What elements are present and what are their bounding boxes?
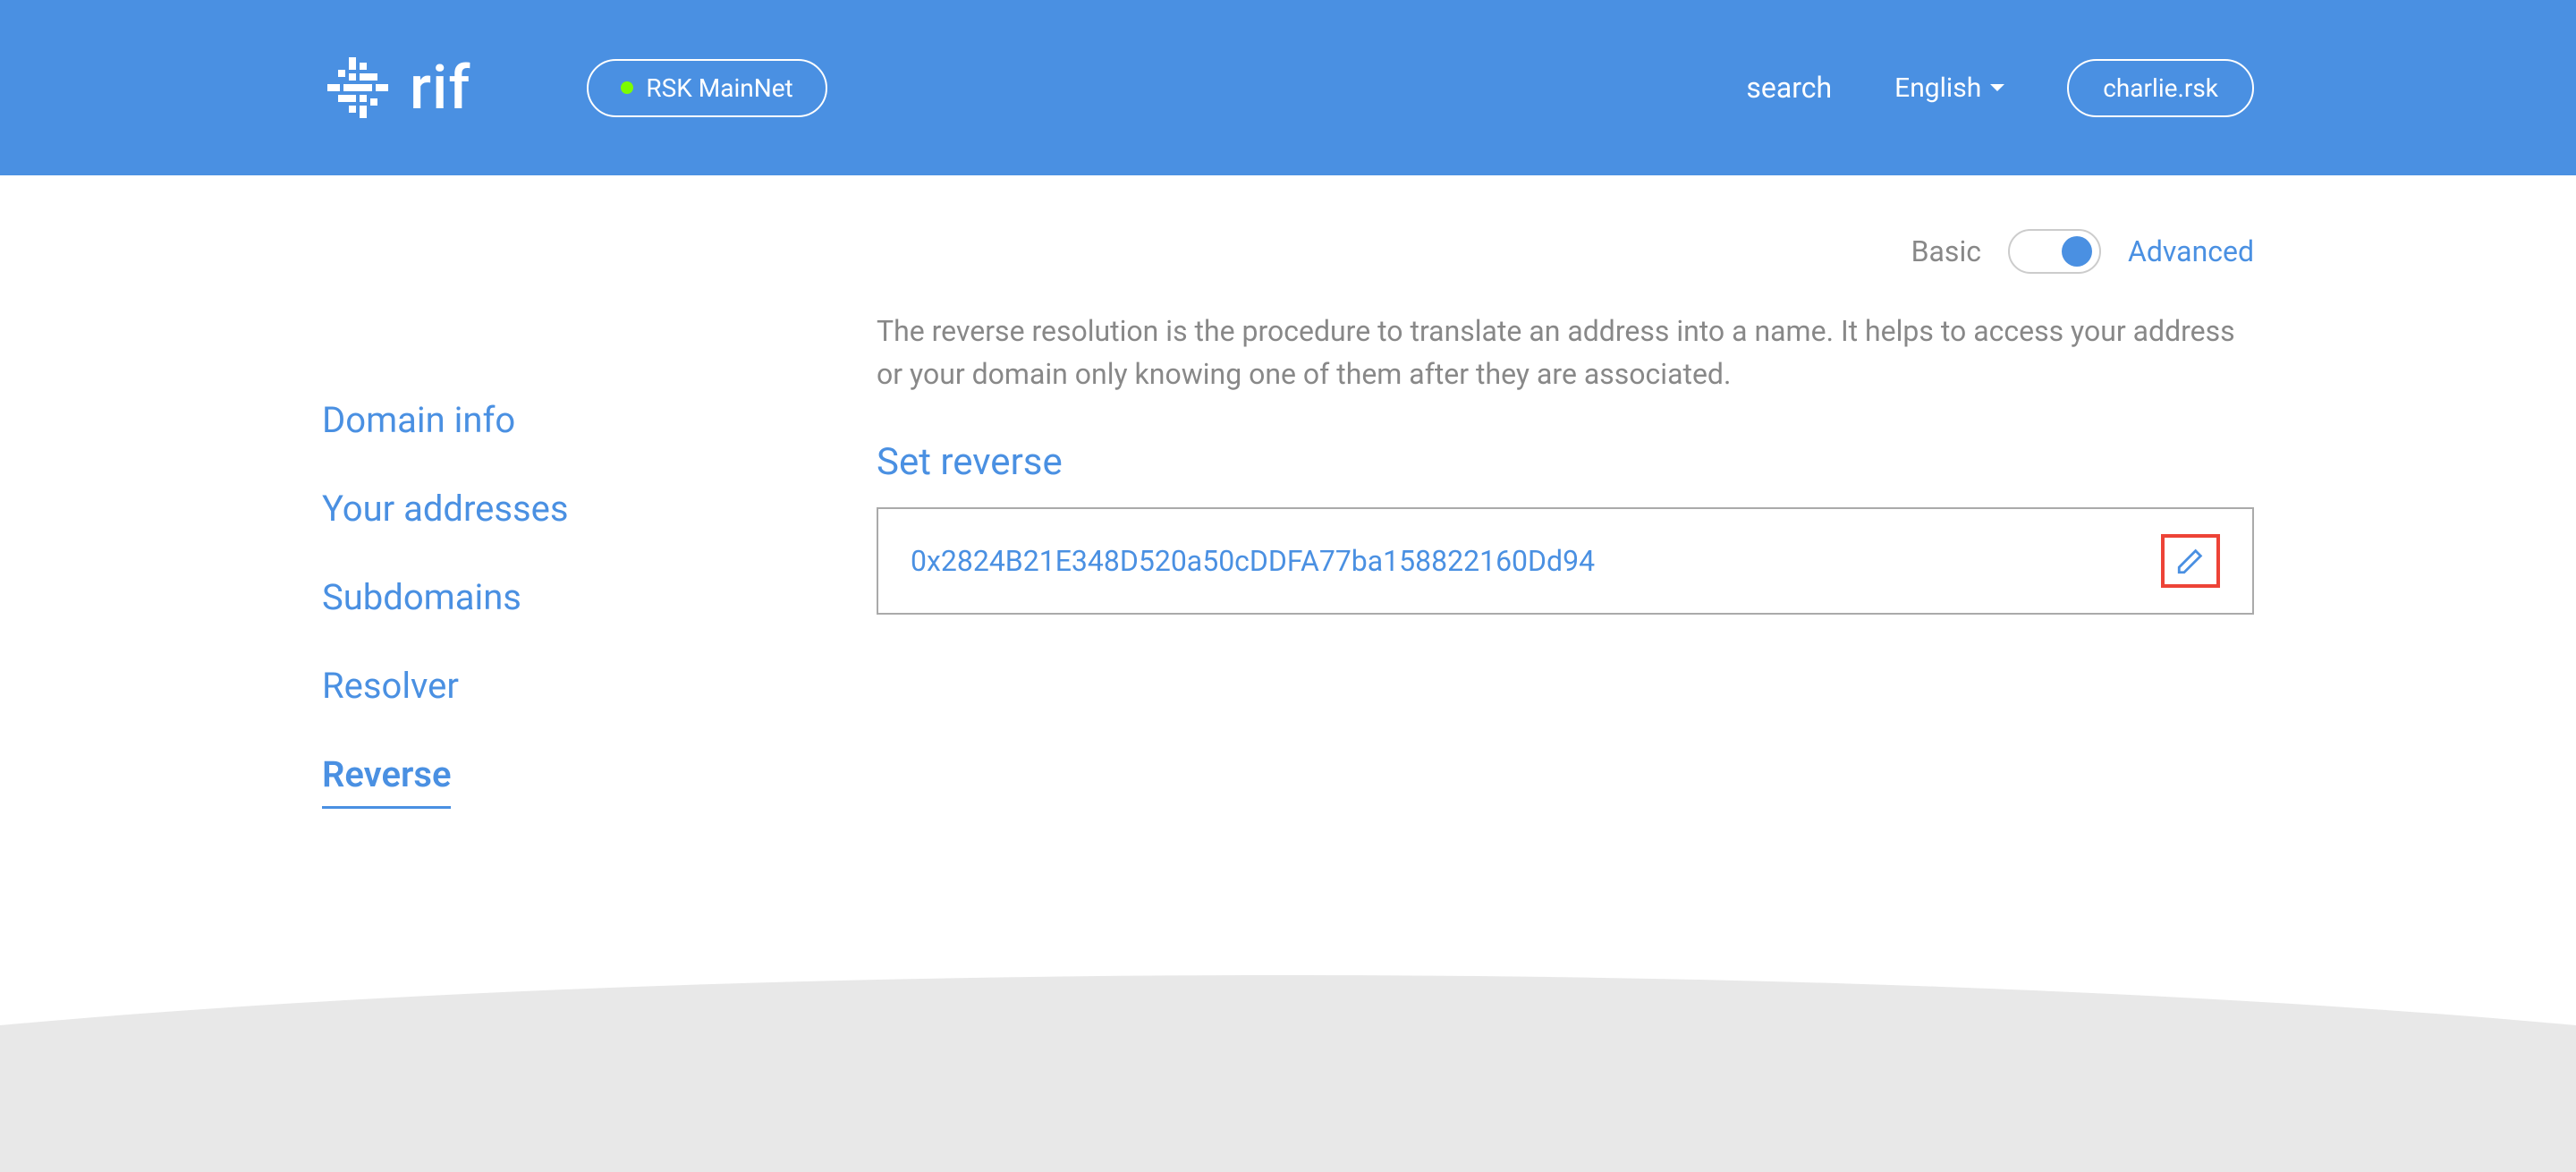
edit-button[interactable] [2161, 534, 2220, 588]
search-link[interactable]: search [1746, 71, 1832, 105]
sidebar-item-subdomains[interactable]: Subdomains [322, 576, 521, 618]
network-status-dot-icon [621, 81, 633, 94]
sidebar-item-your-addresses[interactable]: Your addresses [322, 488, 569, 530]
sidebar-item-reverse[interactable]: Reverse [322, 753, 451, 809]
main-content: Domain info Your addresses Subdomains Re… [0, 175, 2576, 855]
logo-text: rif [410, 52, 470, 123]
page-description: The reverse resolution is the procedure … [877, 310, 2254, 395]
network-label: RSK MainNet [646, 73, 792, 103]
sidebar-item-resolver[interactable]: Resolver [322, 665, 459, 707]
logo[interactable]: rif [322, 52, 470, 123]
section-title: Set reverse [877, 440, 2254, 484]
user-badge[interactable]: charlie.rsk [2067, 59, 2254, 117]
header-left: rif RSK MainNet [322, 52, 827, 123]
content-area: Basic Advanced The reverse resolution is… [877, 229, 2254, 855]
mode-toggle-row: Basic Advanced [877, 229, 2254, 274]
language-selector[interactable]: English [1894, 72, 2004, 104]
language-label: English [1894, 72, 1981, 104]
network-badge[interactable]: RSK MainNet [587, 59, 826, 117]
toggle-basic-label[interactable]: Basic [1911, 234, 1981, 268]
reverse-address-value: 0x2824B21E348D520a50cDDFA77ba158822160Dd… [911, 544, 1595, 578]
reverse-address-box: 0x2824B21E348D520a50cDDFA77ba158822160Dd… [877, 507, 2254, 615]
toggle-advanced-label[interactable]: Advanced [2128, 234, 2254, 268]
chevron-down-icon [1990, 84, 2004, 91]
toggle-knob [2062, 236, 2092, 267]
mode-toggle-switch[interactable] [2008, 229, 2101, 274]
header: rif RSK MainNet search English charlie.r… [0, 0, 2576, 175]
sidebar-item-domain-info[interactable]: Domain info [322, 399, 515, 441]
footer-decoration [0, 975, 2576, 1172]
pencil-icon [2175, 546, 2206, 576]
sidebar: Domain info Your addresses Subdomains Re… [322, 229, 877, 855]
header-right: search English charlie.rsk [1746, 59, 2254, 117]
rif-logo-icon [322, 52, 394, 123]
